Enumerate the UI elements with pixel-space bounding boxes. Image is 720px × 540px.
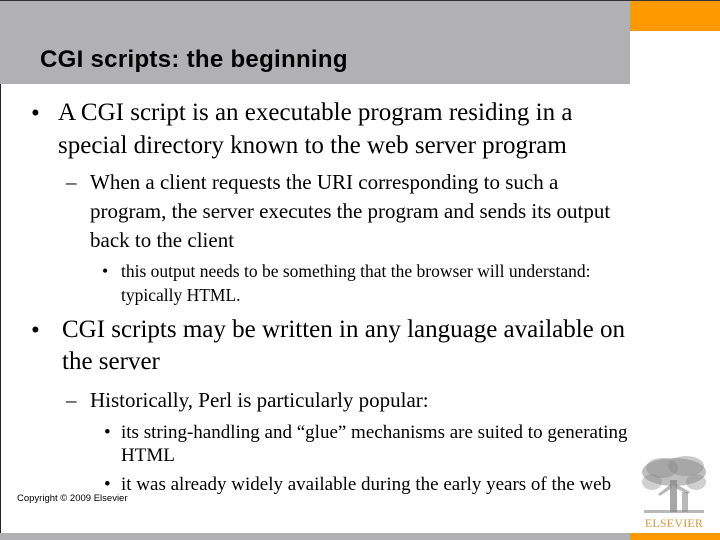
bullet-text-line: HTML bbox=[121, 445, 175, 466]
bullet-text-line: typically HTML. bbox=[121, 285, 241, 305]
bullet-text-line: its string-handling and “glue” mechanism… bbox=[121, 422, 628, 443]
accent-bar-top bbox=[630, 1, 720, 31]
bullet-marker: • bbox=[102, 261, 109, 281]
bullet-marker: • bbox=[104, 474, 111, 495]
bullet-text-line: program, the server executes the program… bbox=[90, 199, 611, 223]
footer-bar-gray bbox=[0, 533, 630, 540]
bullet-text-line: When a client requests the URI correspon… bbox=[90, 170, 559, 194]
bullet-text-line: back to the client bbox=[90, 228, 235, 252]
bullet-text-line: Historically, Perl is particularly popul… bbox=[90, 388, 429, 412]
bullet-text-line: special directory known to the web serve… bbox=[58, 132, 567, 159]
footer-bar-orange bbox=[630, 533, 720, 540]
elsevier-logo-text: ELSEVIER bbox=[644, 516, 704, 530]
dash-marker: – bbox=[66, 170, 77, 194]
bullet-marker: • bbox=[104, 422, 111, 443]
title-bar: CGI scripts: the beginning bbox=[0, 1, 630, 84]
bullet-text-line: this output needs to be something that t… bbox=[121, 261, 591, 281]
left-border bbox=[0, 84, 1, 533]
bullet-text-line: the server bbox=[62, 348, 160, 375]
bullet-marker: • bbox=[31, 100, 40, 127]
slide-title: CGI scripts: the beginning bbox=[40, 46, 348, 73]
bullet-text-line: it was already widely available during t… bbox=[121, 474, 612, 495]
dash-marker: – bbox=[66, 388, 77, 412]
bullet-text-line: A CGI script is an executable program re… bbox=[58, 99, 573, 126]
bullet-marker: • bbox=[31, 317, 40, 344]
bullet-text-line: CGI scripts may be written in any langua… bbox=[62, 316, 626, 343]
copyright-notice: Copyright © 2009 Elsevier bbox=[17, 493, 128, 504]
